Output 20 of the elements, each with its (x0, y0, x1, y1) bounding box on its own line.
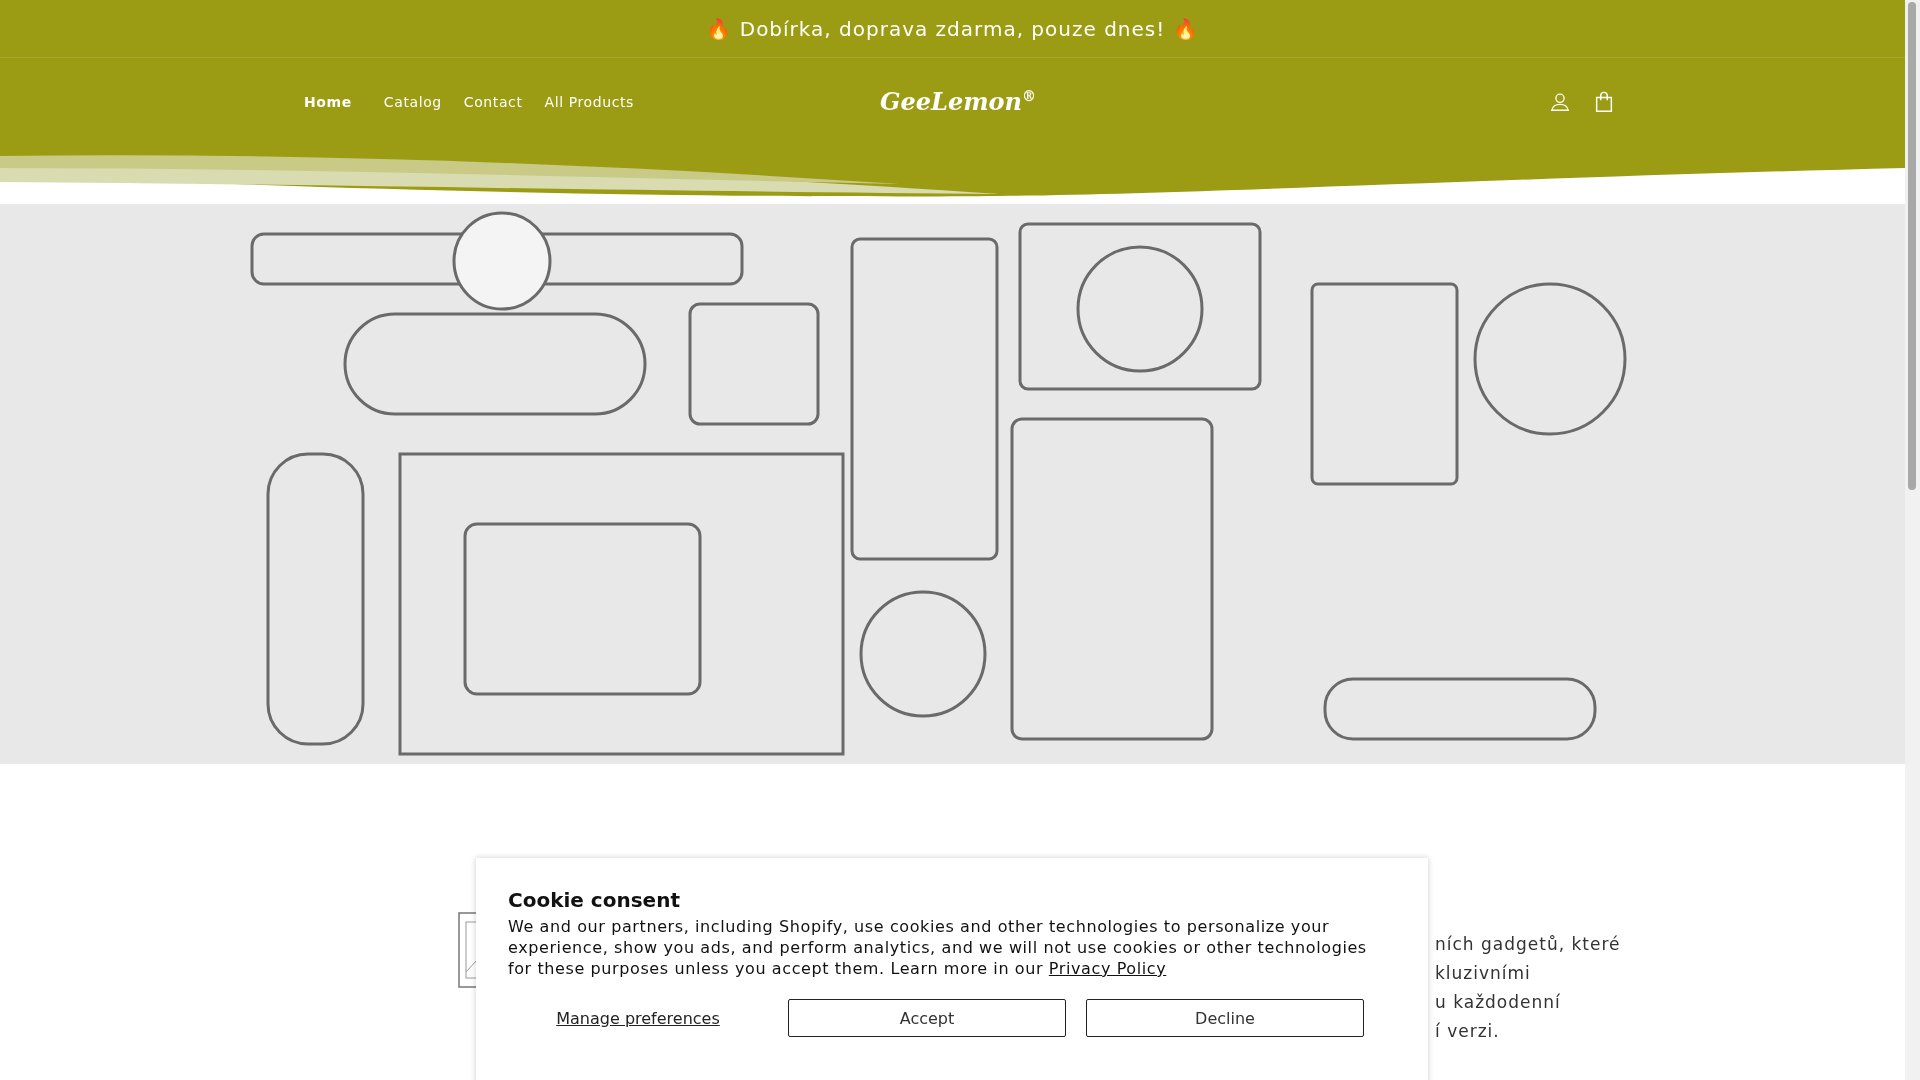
image-placeholder-icon (458, 912, 476, 988)
nav-link[interactable]: Contact (459, 89, 527, 114)
body-text-line: ních gadgetů, které (1435, 933, 1621, 956)
dialog-title: Cookie consent (508, 888, 681, 912)
announcement-text: 🔥 Dobírka, doprava zdarma, pouze dnes! 🔥 (706, 16, 1199, 41)
consent-button[interactable]: Accept (788, 999, 1066, 1037)
body-text-line: u každodenní (1435, 991, 1561, 1014)
scrollbar-thumb[interactable] (1908, 2, 1916, 490)
privacy-policy-link[interactable]: Privacy Policy (1048, 959, 1167, 978)
shopping-bag-icon[interactable] (1593, 90, 1615, 113)
scrollbar[interactable] (1905, 0, 1920, 1080)
manage-preferences-link[interactable]: Manage preferences (508, 1008, 768, 1028)
nav-link[interactable]: All Products (540, 89, 638, 114)
logo[interactable]: GeeLemon$^{®}$ (880, 87, 1037, 116)
consent-button[interactable]: Decline (1086, 999, 1364, 1037)
nav-link[interactable]: Catalog (379, 89, 446, 114)
consent-text: We and our partners, including Shopify, use cookies and other technologies to personalize your experience, show you ads, and perform analytics, and we will not use cookies or other technologies for these purposes unless you accept them. Learn more in our Privacy Policy (508, 916, 1368, 979)
body-text-line: í verzi. (1435, 1020, 1500, 1043)
nav-link[interactable]: Home (300, 89, 356, 114)
body-text-line: kluzivními (1435, 962, 1531, 985)
